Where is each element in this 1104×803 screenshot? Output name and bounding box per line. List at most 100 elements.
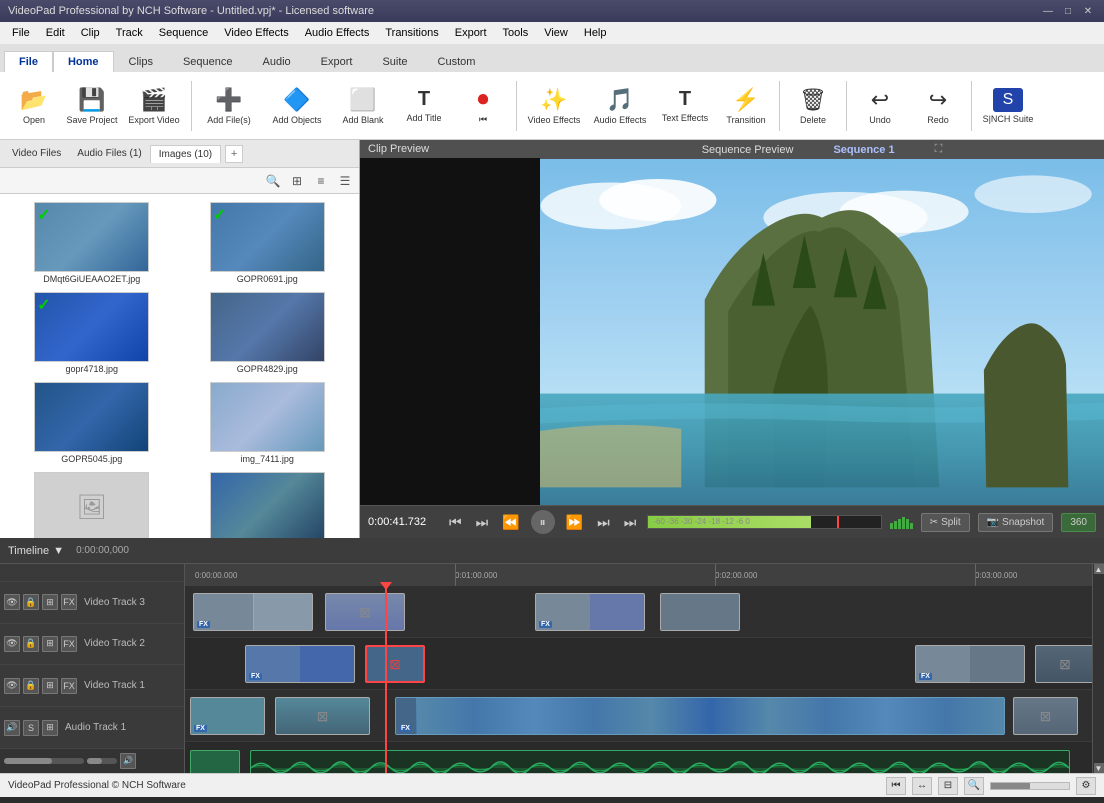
skip-end-button[interactable]: ⏭ bbox=[621, 512, 640, 533]
menu-file[interactable]: File bbox=[4, 25, 38, 41]
menu-video-effects[interactable]: Video Effects bbox=[216, 25, 296, 41]
undo-button[interactable]: ↩ Undo bbox=[852, 76, 908, 136]
list-item[interactable]: img_7411.jpg bbox=[182, 380, 354, 466]
track-fx-btn-v1[interactable]: FX bbox=[61, 678, 77, 694]
open-button[interactable]: 📂 Open bbox=[6, 76, 62, 136]
tab-suite[interactable]: Suite bbox=[367, 51, 422, 72]
play-button[interactable]: ⏩ bbox=[563, 512, 586, 533]
transition-button[interactable]: ⚡ Transition bbox=[718, 76, 774, 136]
add-files-button[interactable]: ➕ Add File(s) bbox=[197, 76, 261, 136]
tab-video-files[interactable]: Video Files bbox=[4, 145, 69, 162]
save-project-button[interactable]: 💾 Save Project bbox=[64, 76, 120, 136]
media-grid-view[interactable]: ⊞ bbox=[287, 171, 307, 191]
list-item[interactable] bbox=[182, 470, 354, 538]
table-row[interactable]: ⊠ bbox=[1035, 645, 1092, 683]
table-row[interactable]: ⊠ bbox=[1013, 697, 1078, 735]
audio-effects-button[interactable]: 🎵 Audio Effects bbox=[588, 76, 652, 136]
list-item[interactable]: ✓ GOPR0691.jpg bbox=[182, 200, 354, 286]
list-item[interactable]: ✓ DMqt6GiUEAAO2ET.jpg bbox=[6, 200, 178, 286]
tab-audio[interactable]: Audio bbox=[248, 51, 306, 72]
add-tab-button[interactable]: + bbox=[225, 145, 243, 163]
track-mute-btn-a1[interactable]: 🔊 bbox=[4, 720, 20, 736]
tab-clips[interactable]: Clips bbox=[114, 51, 168, 72]
tab-images[interactable]: Images (10) bbox=[150, 145, 221, 163]
table-row[interactable]: FX bbox=[245, 645, 355, 683]
table-row[interactable]: FX bbox=[915, 645, 1025, 683]
track-group-btn-v1[interactable]: ⊞ bbox=[42, 678, 58, 694]
menu-audio-effects[interactable]: Audio Effects bbox=[297, 25, 378, 41]
track-group-btn-v3[interactable]: ⊞ bbox=[42, 594, 58, 610]
rewind-button[interactable]: ⏪ bbox=[499, 512, 522, 533]
skip-start-button[interactable]: ⏮ bbox=[446, 512, 465, 533]
tab-sequence[interactable]: Sequence bbox=[168, 51, 248, 72]
menu-track[interactable]: Track bbox=[108, 25, 151, 41]
menu-transitions[interactable]: Transitions bbox=[377, 25, 446, 41]
timeline-zoom-out[interactable]: ↔ bbox=[912, 777, 932, 795]
track-group-btn-v2[interactable]: ⊞ bbox=[42, 636, 58, 652]
nch-suite-button[interactable]: S S|NCH Suite bbox=[977, 76, 1039, 136]
table-row[interactable]: FX 🔊 bbox=[250, 750, 1070, 773]
table-row[interactable]: ⊠ bbox=[325, 593, 405, 631]
track-lock-btn-v3[interactable]: 🔒 bbox=[23, 594, 39, 610]
list-item[interactable]: ✓ gopr4718.jpg bbox=[6, 290, 178, 376]
timeline-nav-start[interactable]: ⏮ bbox=[886, 777, 906, 795]
tab-export[interactable]: Export bbox=[306, 51, 368, 72]
split-button[interactable]: ✂ Split bbox=[921, 513, 970, 532]
menu-edit[interactable]: Edit bbox=[38, 25, 73, 41]
zoom-slider[interactable] bbox=[990, 782, 1070, 790]
video-effects-button[interactable]: ✨ Video Effects bbox=[522, 76, 586, 136]
timeline-dropdown[interactable]: ▼ bbox=[53, 545, 64, 557]
sequence-preview-tab[interactable]: Sequence Preview bbox=[702, 144, 794, 156]
menu-sequence[interactable]: Sequence bbox=[151, 25, 217, 41]
media-search-button[interactable]: 🔍 bbox=[263, 171, 283, 191]
vertical-scrollbar[interactable]: ▲ ▼ bbox=[1092, 564, 1104, 773]
prev-frame-button[interactable]: ⏭ bbox=[473, 512, 492, 533]
track-group-btn-a1[interactable]: ⊞ bbox=[42, 720, 58, 736]
pan-slider[interactable] bbox=[87, 758, 117, 764]
track-mute-btn-v1[interactable]: 👁 bbox=[4, 678, 20, 694]
scroll-down[interactable]: ▼ bbox=[1094, 763, 1104, 773]
tab-custom[interactable]: Custom bbox=[423, 51, 491, 72]
minimize-button[interactable]: — bbox=[1040, 3, 1056, 19]
snapshot-button[interactable]: 📷 Snapshot bbox=[978, 513, 1054, 532]
timeline-settings[interactable]: ⚙ bbox=[1076, 777, 1096, 795]
timeline-zoom-in[interactable]: 🔍 bbox=[964, 777, 984, 795]
text-effects-button[interactable]: T Text Effects bbox=[654, 76, 716, 136]
tab-audio-files[interactable]: Audio Files (1) bbox=[69, 145, 149, 162]
track-fx-btn-v3[interactable]: FX bbox=[61, 594, 77, 610]
fullscreen-icon[interactable]: ⛶ bbox=[935, 143, 943, 156]
table-row[interactable] bbox=[660, 593, 740, 631]
media-list-view[interactable]: ≡ bbox=[311, 171, 331, 191]
list-item[interactable]: GOPR4829.jpg bbox=[182, 290, 354, 376]
list-item[interactable]: GOPR5045.jpg bbox=[6, 380, 178, 466]
menu-help[interactable]: Help bbox=[576, 25, 615, 41]
clip-preview-tab[interactable]: Clip Preview bbox=[360, 140, 540, 158]
add-objects-button[interactable]: 🔷 Add Objects bbox=[263, 76, 331, 136]
menu-view[interactable]: View bbox=[536, 25, 576, 41]
track-lock-btn-v1[interactable]: 🔒 bbox=[23, 678, 39, 694]
table-row[interactable]: FX bbox=[395, 697, 1005, 735]
track-mute-btn-v3[interactable]: 👁 bbox=[4, 594, 20, 610]
menu-clip[interactable]: Clip bbox=[73, 25, 108, 41]
track-fx-btn-v2[interactable]: FX bbox=[61, 636, 77, 652]
record-button[interactable]: ⏺ ⏮ bbox=[455, 76, 511, 136]
delete-button[interactable]: 🗑 Delete bbox=[785, 76, 841, 136]
audio-mute-icon[interactable]: 🔊 bbox=[120, 753, 136, 769]
table-row[interactable]: FX bbox=[535, 593, 645, 631]
tab-home[interactable]: Home bbox=[53, 51, 114, 72]
volume-slider[interactable] bbox=[4, 758, 84, 764]
menu-export[interactable]: Export bbox=[447, 25, 495, 41]
scroll-up[interactable]: ▲ bbox=[1094, 564, 1104, 574]
table-row[interactable]: ⊠ bbox=[275, 697, 370, 735]
close-button[interactable]: ✕ bbox=[1080, 3, 1096, 19]
table-row[interactable]: FX bbox=[193, 593, 313, 631]
add-title-button[interactable]: T Add Title bbox=[395, 76, 453, 136]
track-mute-btn-v2[interactable]: 👁 bbox=[4, 636, 20, 652]
tab-file[interactable]: File bbox=[4, 51, 53, 72]
maximize-button[interactable]: □ bbox=[1060, 3, 1076, 19]
360-button[interactable]: 360 bbox=[1061, 513, 1096, 532]
redo-button[interactable]: ↪ Redo bbox=[910, 76, 966, 136]
export-video-button[interactable]: 🎬 Export Video bbox=[122, 76, 186, 136]
add-blank-button[interactable]: ⬜ Add Blank bbox=[333, 76, 393, 136]
pause-button[interactable]: ⏸ bbox=[531, 510, 555, 534]
